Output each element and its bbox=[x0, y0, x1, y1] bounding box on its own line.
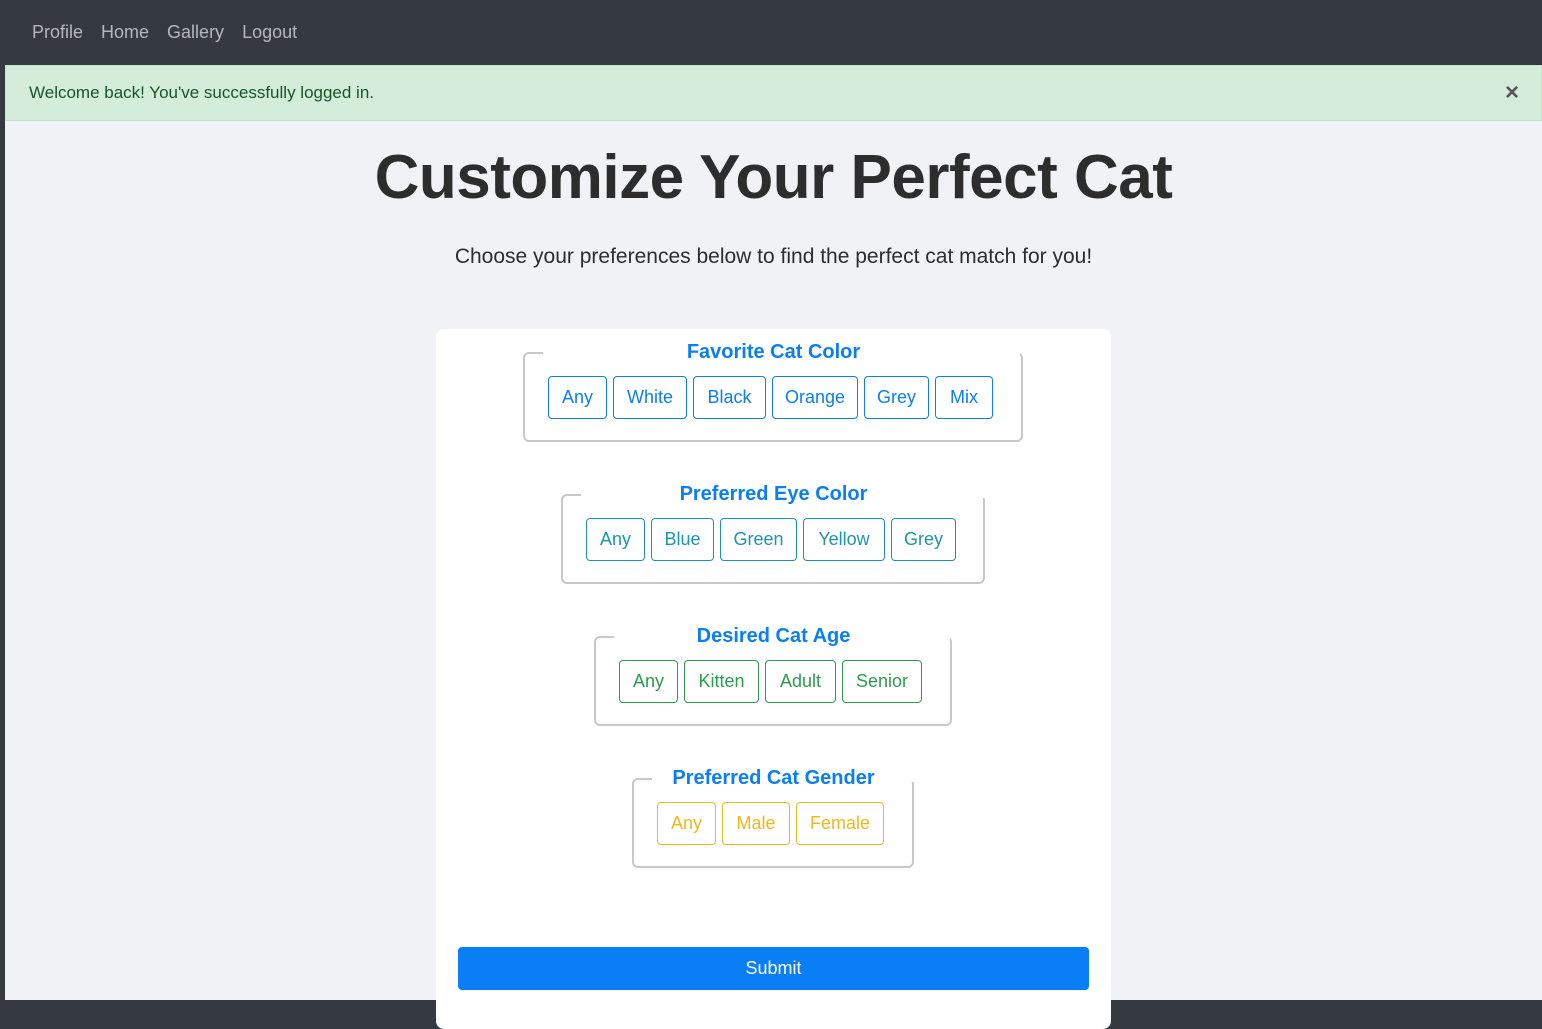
close-icon[interactable]: × bbox=[1505, 80, 1519, 106]
eye-color-option-blue[interactable]: Blue bbox=[651, 518, 714, 561]
cat-color-option-mix[interactable]: Mix bbox=[935, 376, 993, 419]
cat-age-option-senior[interactable]: Senior bbox=[842, 660, 922, 703]
cat-age-options: Any Kitten Adult Senior bbox=[619, 660, 922, 703]
cat-color-legend: Favorite Cat Color bbox=[686, 341, 861, 363]
cat-age-legend: Desired Cat Age bbox=[696, 625, 851, 647]
cat-color-option-any[interactable]: Any bbox=[548, 376, 607, 419]
page-subtitle: Choose your preferences below to find th… bbox=[454, 245, 1093, 268]
cat-age-option-adult[interactable]: Adult bbox=[765, 660, 836, 703]
cat-color-option-orange[interactable]: Orange bbox=[772, 376, 858, 419]
eye-color-option-green[interactable]: Green bbox=[720, 518, 797, 561]
top-navbar: Profile Home Gallery Logout bbox=[0, 0, 1542, 65]
nav-link-home[interactable]: Home bbox=[101, 22, 149, 43]
cat-gender-option-female[interactable]: Female bbox=[796, 802, 884, 845]
eye-color-option-yellow[interactable]: Yellow bbox=[803, 518, 885, 561]
nav-link-profile[interactable]: Profile bbox=[32, 22, 83, 43]
eye-color-option-grey[interactable]: Grey bbox=[891, 518, 956, 561]
cat-age-option-any[interactable]: Any bbox=[619, 660, 678, 703]
page-title: Customize Your Perfect Cat bbox=[374, 143, 1173, 212]
cat-gender-options: Any Male Female bbox=[657, 802, 884, 845]
cat-color-option-black[interactable]: Black bbox=[693, 376, 766, 419]
eye-color-legend: Preferred Eye Color bbox=[679, 483, 868, 505]
success-alert: Welcome back! You've successfully logged… bbox=[5, 65, 1542, 121]
cat-age-option-kitten[interactable]: Kitten bbox=[684, 660, 759, 703]
eye-color-options: Any Blue Green Yellow Grey bbox=[586, 518, 956, 561]
cat-color-options: Any White Black Orange Grey Mix bbox=[548, 376, 993, 419]
cat-color-option-white[interactable]: White bbox=[613, 376, 687, 419]
submit-button[interactable]: Submit bbox=[458, 947, 1089, 990]
nav-link-logout[interactable]: Logout bbox=[242, 22, 297, 43]
cat-gender-option-male[interactable]: Male bbox=[722, 802, 790, 845]
nav-link-gallery[interactable]: Gallery bbox=[167, 22, 224, 43]
alert-message: Welcome back! You've successfully logged… bbox=[29, 83, 375, 102]
page-content: Welcome back! You've successfully logged… bbox=[5, 65, 1542, 1029]
cat-gender-legend: Preferred Cat Gender bbox=[672, 767, 875, 789]
cat-color-option-grey[interactable]: Grey bbox=[864, 376, 929, 419]
cat-gender-option-any[interactable]: Any bbox=[657, 802, 716, 845]
eye-color-option-any[interactable]: Any bbox=[586, 518, 645, 561]
preferences-form: Favorite Cat Color Any White Black Orang… bbox=[436, 329, 1111, 1029]
